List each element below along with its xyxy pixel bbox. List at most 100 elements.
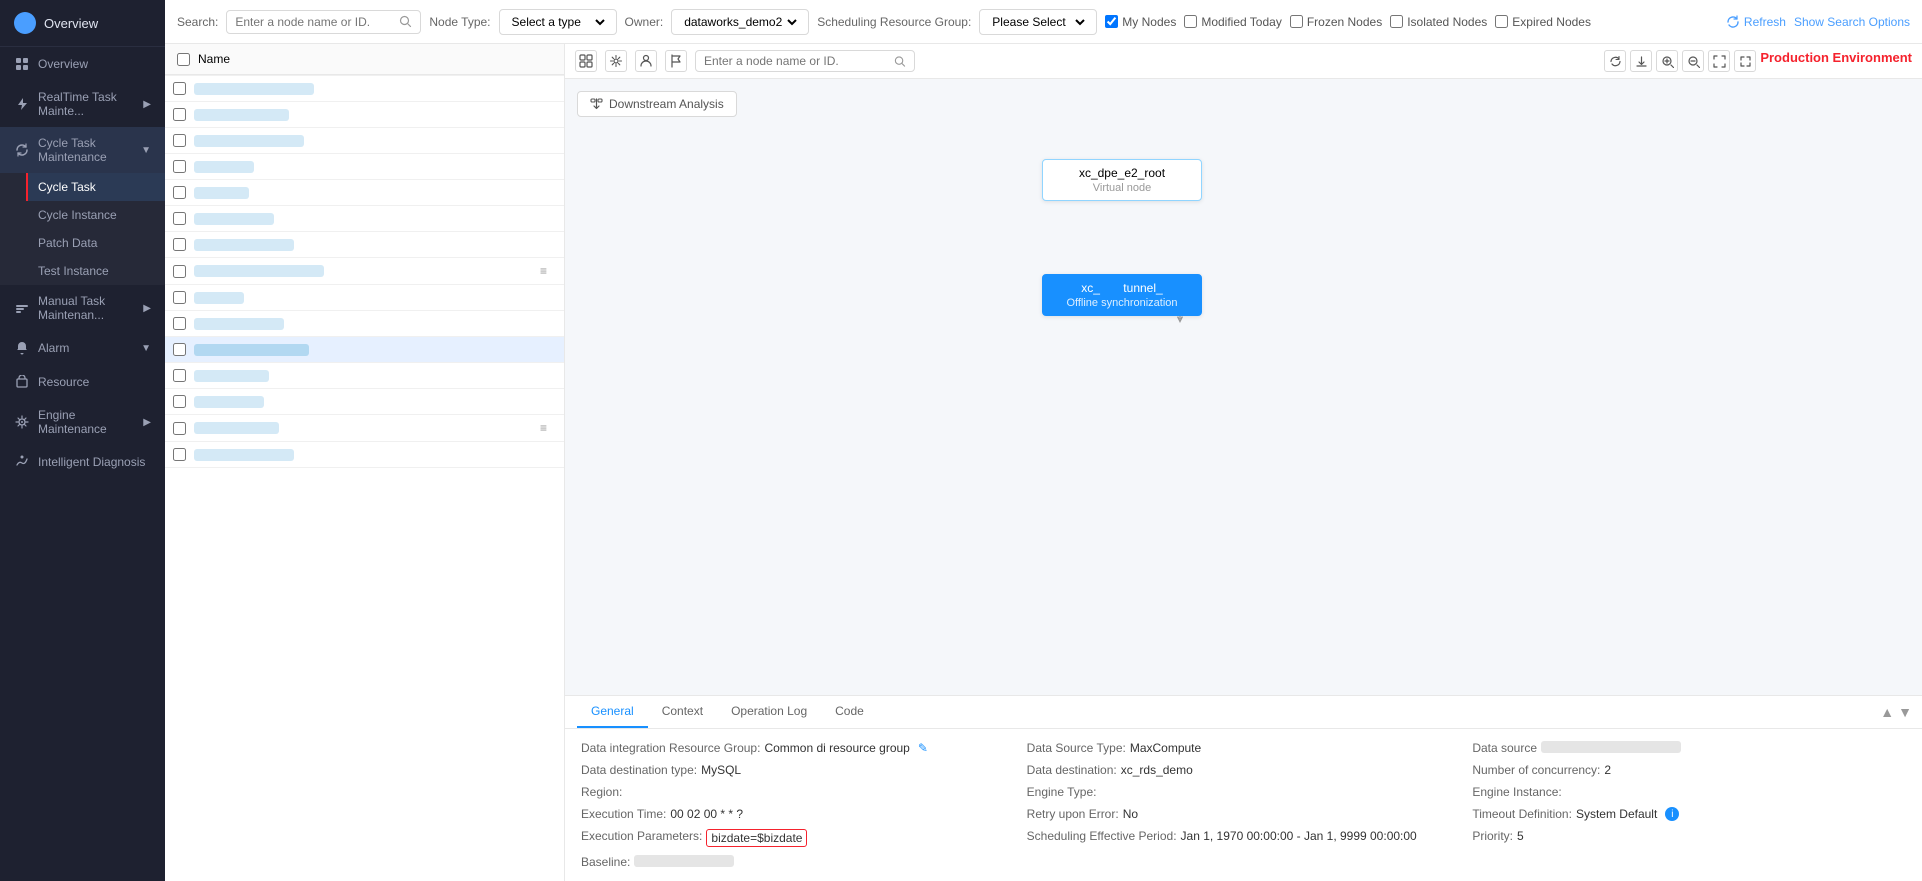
details-col-2: Data Source Type: MaxCompute Data destin… [1027, 741, 1461, 869]
table-row[interactable]: ≡ [165, 415, 564, 442]
modified-today-checkbox[interactable]: Modified Today [1184, 15, 1282, 29]
fullscreen-icon[interactable] [1734, 50, 1756, 72]
sidebar-item-alarm[interactable]: Alarm ▼ [0, 331, 165, 365]
search-label: Search: [177, 15, 218, 29]
sidebar-item-cycle-task[interactable]: Cycle Task [26, 173, 165, 201]
tab-up-arrow[interactable]: ▲ [1880, 704, 1894, 720]
my-nodes-checkbox[interactable]: My Nodes [1105, 15, 1176, 29]
realtime-label: RealTime Task Mainte... [38, 90, 143, 118]
table-row[interactable] [165, 311, 564, 337]
row-icon: ≡ [540, 264, 556, 278]
dest-label: Data destination: [1027, 763, 1117, 777]
downstream-analysis-button[interactable]: Downstream Analysis [577, 91, 737, 117]
sidebar-item-engine[interactable]: Engine Maintenance ▶ [0, 399, 165, 445]
resource-group-select[interactable]: Please Select [979, 9, 1097, 35]
refresh-button[interactable]: Refresh [1726, 15, 1786, 29]
expired-nodes-checkbox[interactable]: Expired Nodes [1495, 15, 1591, 29]
owner-select[interactable]: dataworks_demo2 [671, 9, 809, 35]
details-col-3: Data source Number of concurrency: 2 Eng… [1472, 741, 1906, 869]
node-type-select[interactable]: Select a type [499, 9, 617, 35]
fit-screen-icon[interactable] [1708, 50, 1730, 72]
tab-code[interactable]: Code [821, 696, 878, 728]
retry-value: No [1123, 807, 1138, 821]
table-row[interactable] [165, 389, 564, 415]
exec-time-label: Execution Time: [581, 807, 666, 821]
detail-row-priority: Priority: 5 [1472, 829, 1906, 843]
concurrency-label: Number of concurrency: [1472, 763, 1600, 777]
graph-search-input[interactable] [704, 54, 890, 68]
sidebar-item-cycle[interactable]: Cycle Task Maintenance ▼ [0, 127, 165, 173]
sidebar-item-overview[interactable]: Overview [0, 47, 165, 81]
graph-actions: Production Environment [1604, 50, 1912, 72]
zoom-in-icon[interactable] [1656, 50, 1678, 72]
cycle-label: Cycle Task Maintenance [38, 136, 141, 164]
table-row[interactable] [165, 128, 564, 154]
info-icon[interactable]: i [1665, 807, 1679, 821]
detail-row-exec-time: Execution Time: 00 02 00 * * ? [581, 807, 1015, 821]
sidebar: Overview Overview RealTime Task Mainte..… [0, 0, 165, 881]
sidebar-item-test-instance[interactable]: Test Instance [38, 257, 165, 285]
logo-icon [14, 12, 36, 34]
table-row[interactable] [165, 442, 564, 468]
sidebar-item-manual[interactable]: Manual Task Maintenan... ▶ [0, 285, 165, 331]
sidebar-item-diagnosis[interactable]: Intelligent Diagnosis [0, 445, 165, 479]
root-node[interactable]: xc_dpe_e2_root Virtual node [1042, 159, 1202, 201]
sidebar-item-resource[interactable]: Resource [0, 365, 165, 399]
table-row[interactable] [165, 206, 564, 232]
details-tabs-row: General Context Operation Log Code ▲ ▼ [565, 696, 1922, 729]
engine-chevron: ▶ [143, 417, 151, 428]
tab-general[interactable]: General [577, 696, 648, 728]
table-row[interactable] [165, 285, 564, 311]
task-list-body: ≡ [165, 75, 564, 881]
engine-instance-label: Engine Instance: [1472, 785, 1561, 799]
flag-icon[interactable] [665, 50, 687, 72]
isolated-nodes-checkbox[interactable]: Isolated Nodes [1390, 15, 1487, 29]
table-row[interactable]: ≡ [165, 258, 564, 285]
settings-icon[interactable] [605, 50, 627, 72]
table-row[interactable] [165, 232, 564, 258]
table-row[interactable] [165, 75, 564, 102]
tabs-nav: ▲ ▼ [1880, 704, 1922, 720]
sidebar-item-realtime[interactable]: RealTime Task Mainte... ▶ [0, 81, 165, 127]
exec-params-value: bizdate=$bizdate [706, 829, 807, 847]
refresh-icon [1726, 15, 1740, 29]
table-row[interactable] [165, 154, 564, 180]
sidebar-item-patch-data[interactable]: Patch Data [38, 229, 165, 257]
row-icon: ≡ [540, 421, 556, 435]
zoom-out-icon[interactable] [1682, 50, 1704, 72]
details-content: Data integration Resource Group: Common … [565, 729, 1922, 881]
frozen-nodes-checkbox[interactable]: Frozen Nodes [1290, 15, 1382, 29]
manual-chevron: ▶ [143, 303, 151, 314]
child-node-sub: Offline synchronization [1055, 297, 1189, 309]
owner-dropdown[interactable]: dataworks_demo2 [680, 14, 800, 30]
search-input[interactable] [235, 15, 395, 29]
node-type-dropdown[interactable]: Select a type [508, 14, 608, 30]
refresh-graph-icon[interactable] [1604, 50, 1626, 72]
tab-down-arrow[interactable]: ▼ [1898, 704, 1912, 720]
box-icon [14, 374, 30, 390]
integration-value: Common di resource group [764, 741, 909, 755]
bell-icon [14, 340, 30, 356]
person-icon[interactable] [635, 50, 657, 72]
table-row[interactable] [165, 363, 564, 389]
select-all-checkbox[interactable] [177, 53, 190, 66]
grid-view-icon[interactable] [575, 50, 597, 72]
engine-label: Engine Maintenance [38, 408, 143, 436]
detail-row-dest-type: Data destination type: MySQL [581, 763, 1015, 777]
detail-row-baseline: Baseline: [581, 855, 1015, 869]
resource-group-dropdown[interactable]: Please Select [988, 14, 1088, 30]
download-icon[interactable] [1630, 50, 1652, 72]
sidebar-item-cycle-instance[interactable]: Cycle Instance [38, 201, 165, 229]
table-row[interactable] [165, 102, 564, 128]
timeout-label: Timeout Definition: [1472, 807, 1572, 821]
content-area: Name [165, 44, 1922, 881]
tab-operation-log[interactable]: Operation Log [717, 696, 821, 728]
child-node[interactable]: xc_ tunnel_ Offline synchronization [1042, 274, 1202, 316]
graph-connectors [565, 79, 1922, 695]
edit-icon[interactable]: ✎ [918, 741, 928, 755]
table-row[interactable] [165, 180, 564, 206]
show-search-button[interactable]: Show Search Options [1794, 15, 1910, 29]
tab-context[interactable]: Context [648, 696, 717, 728]
table-row[interactable] [165, 337, 564, 363]
task-list-panel: Name [165, 44, 565, 881]
